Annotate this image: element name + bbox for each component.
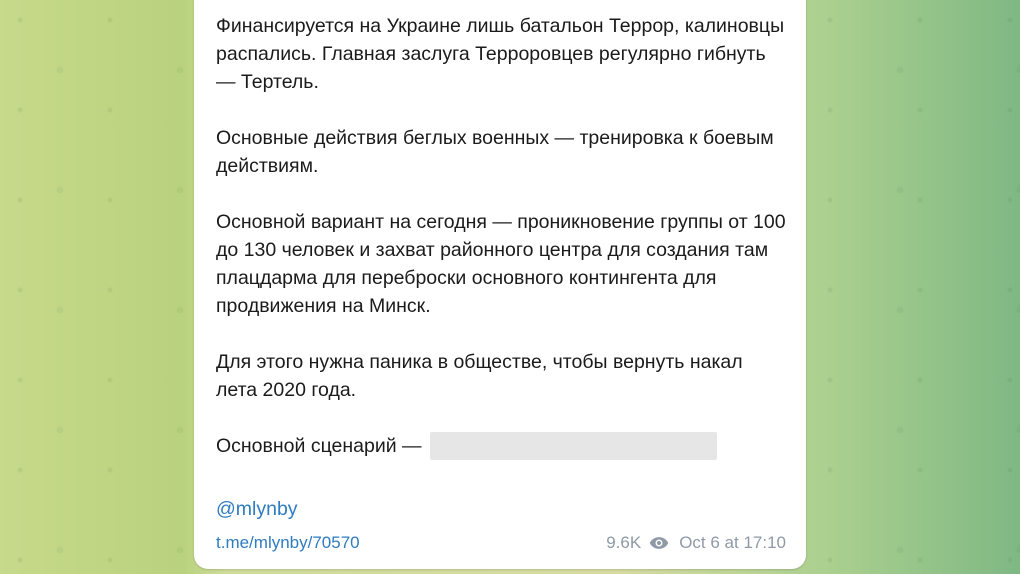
message-meta: 9.6K Oct 6 at 17:10: [606, 533, 786, 553]
redacted-block: [429, 432, 717, 460]
message-timestamp: Oct 6 at 17:10: [679, 533, 786, 552]
scenario-label: Основной сценарий —: [216, 435, 422, 457]
message-text: Финансируется на Украине лишь батальон Т…: [216, 12, 788, 460]
scenario-line: Основной сценарий —: [216, 432, 788, 460]
views-count: 9.6K: [606, 533, 642, 552]
eye-icon: [650, 537, 669, 549]
message-paragraph: Финансируется на Украине лишь батальон Т…: [216, 15, 785, 93]
channel-mention-link[interactable]: @mlynby: [216, 495, 298, 523]
message-paragraph: Для этого нужна паника в обществе, чтобы…: [216, 351, 743, 401]
post-link[interactable]: t.me/mlynby/70570: [216, 533, 360, 553]
message-footer: t.me/mlynby/70570 9.6K Oct 6 at 17:10: [216, 529, 786, 557]
message-paragraph: Основные действия беглых военных — трени…: [216, 127, 774, 177]
message-paragraph: Основной вариант на сегодня — проникнове…: [216, 211, 786, 317]
